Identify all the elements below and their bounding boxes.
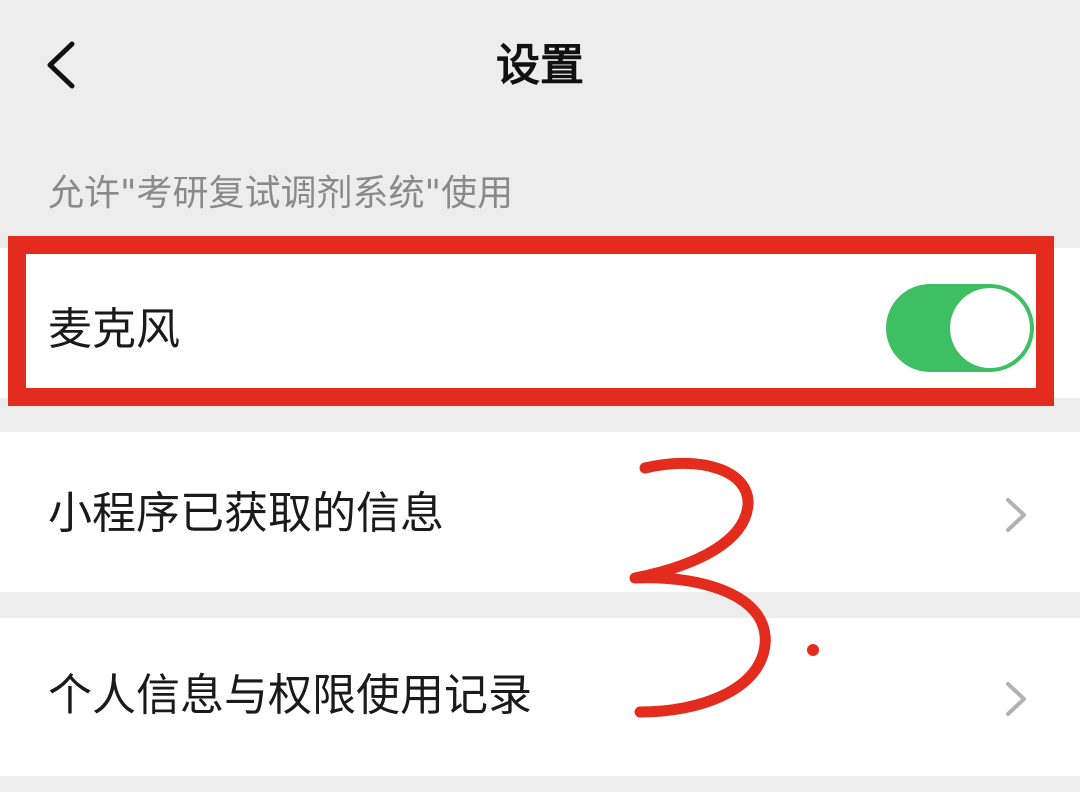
obtained-info-label: 小程序已获取的信息	[48, 488, 444, 539]
page-title: 设置	[496, 40, 584, 91]
navigation-bar: 设置	[0, 0, 1080, 130]
highlight-frame	[8, 236, 1054, 406]
section-caption: 允许"考研复试调剂系统"使用	[48, 173, 514, 214]
chevron-right-icon	[1000, 674, 1030, 724]
privacy-record-label: 个人信息与权限使用记录	[48, 670, 532, 721]
chevron-right-icon	[1000, 490, 1030, 540]
